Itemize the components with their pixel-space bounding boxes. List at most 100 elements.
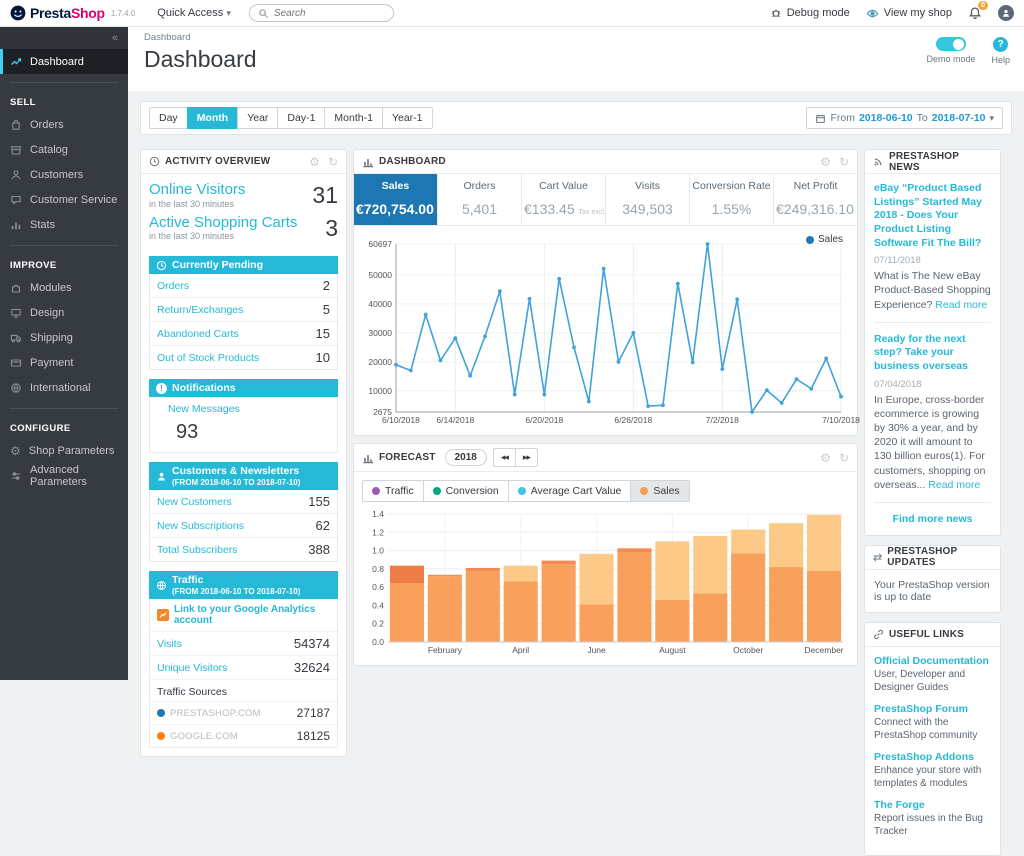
user-avatar[interactable] <box>998 5 1014 21</box>
total-subscribers-link[interactable]: Total Subscribers <box>157 544 238 556</box>
new-messages-link[interactable]: New Messages <box>168 403 330 415</box>
new-subscriptions-link[interactable]: New Subscriptions <box>157 520 244 532</box>
prestashop-logo-icon <box>10 5 26 21</box>
forecast-next-button[interactable]: ▸▸ <box>515 448 538 467</box>
debug-mode-button[interactable]: Debug mode <box>770 7 850 19</box>
sidebar-item-design[interactable]: Design <box>0 300 128 325</box>
demo-mode-toggle[interactable] <box>936 37 966 51</box>
sidebar-item-international[interactable]: International <box>0 375 128 400</box>
monitor-icon <box>10 307 22 319</box>
legend-conversion-button[interactable]: Conversion <box>423 480 509 502</box>
kpi-cart-value[interactable]: Cart Value €133.45 Tax excl. <box>522 174 606 225</box>
traffic-source-row: GOOGLE.COM 18125 <box>150 724 337 747</box>
sidebar-item-advanced-parameters[interactable]: Advanced Parameters <box>0 463 128 488</box>
trend-chart-icon <box>10 56 22 68</box>
gear-icon[interactable]: ⚙ <box>820 156 831 168</box>
gear-icon[interactable]: ⚙ <box>820 452 831 464</box>
prestashop-source-dot <box>157 709 165 717</box>
kpi-sales[interactable]: Sales €720,754.00 Tax excl. <box>354 174 438 225</box>
filter-year-1-button[interactable]: Year-1 <box>382 107 433 129</box>
search-box[interactable] <box>249 4 394 22</box>
visits-link[interactable]: Visits <box>157 638 182 650</box>
traffic-source-row: PRESTASHOP.COM 27187 <box>150 701 337 724</box>
pending-orders-link[interactable]: Orders <box>157 280 189 292</box>
globe-icon <box>10 382 22 394</box>
svg-text:30000: 30000 <box>368 328 392 338</box>
sidebar-item-modules[interactable]: Modules <box>0 275 128 300</box>
sidebar-item-label: Design <box>30 307 64 319</box>
repeat-icon: ⇄ <box>873 551 882 564</box>
active-carts-link[interactable]: Active Shopping Carts <box>149 215 297 232</box>
online-visitors-link[interactable]: Online Visitors <box>149 182 245 199</box>
date-range-picker[interactable]: From 2018-06-10 To 2018-07-10 ▾ <box>806 107 1003 129</box>
filter-day-button[interactable]: Day <box>149 107 188 129</box>
useful-link-title[interactable]: Official Documentation <box>874 655 991 667</box>
out-of-stock-link[interactable]: Out of Stock Products <box>157 352 259 364</box>
refresh-icon[interactable]: ↻ <box>839 452 849 464</box>
new-messages-cell: New Messages 93 <box>149 397 338 453</box>
refresh-icon[interactable]: ↻ <box>328 156 338 168</box>
filter-month-1-button[interactable]: Month-1 <box>324 107 383 129</box>
demo-mode-control[interactable]: Demo mode <box>926 37 975 65</box>
from-label: From <box>830 112 855 124</box>
brand-shop: Shop <box>71 5 105 21</box>
sidebar-item-customers[interactable]: Customers <box>0 162 128 187</box>
prestashop-logo[interactable]: PrestaShop 1.7.4.0 <box>10 5 135 21</box>
legend-traffic-button[interactable]: Traffic <box>362 480 424 502</box>
pending-row: Out of Stock Products10 <box>150 345 337 369</box>
news-article-excerpt: In Europe, cross-border ecommerce is gro… <box>874 394 985 491</box>
sidebar-item-shop-parameters[interactable]: ⚙ Shop Parameters <box>0 438 128 463</box>
sidebar-item-payment[interactable]: Payment <box>0 350 128 375</box>
traffic-row: Visits54374 <box>150 631 337 655</box>
svg-text:April: April <box>512 645 529 655</box>
sidebar-item-catalog[interactable]: Catalog <box>0 137 128 162</box>
unique-visitors-link[interactable]: Unique Visitors <box>157 662 227 674</box>
rss-icon <box>873 156 884 167</box>
google-source-dot <box>157 732 165 740</box>
search-input[interactable] <box>274 8 374 19</box>
refresh-icon[interactable]: ↻ <box>839 156 849 168</box>
sidebar-item-orders[interactable]: Orders <box>0 112 128 137</box>
find-more-news-link[interactable]: Find more news <box>874 513 991 525</box>
useful-link-title[interactable]: The Forge <box>874 799 991 811</box>
sidebar-item-customer-service[interactable]: Customer Service <box>0 187 128 212</box>
filter-year-button[interactable]: Year <box>237 107 278 129</box>
filter-month-button[interactable]: Month <box>187 107 239 129</box>
help-control[interactable]: ? Help <box>991 37 1010 65</box>
sidebar-collapse-button[interactable]: « <box>0 27 128 49</box>
legend-sales-button[interactable]: Sales <box>630 480 689 502</box>
kpi-net-profit[interactable]: Net Profit €249,316.10 Tax excl. <box>774 174 857 225</box>
sidebar-item-stats[interactable]: Stats <box>0 212 128 237</box>
read-more-link[interactable]: Read more <box>935 299 987 311</box>
svg-text:50000: 50000 <box>368 270 392 280</box>
returns-link[interactable]: Return/Exchanges <box>157 304 243 316</box>
sidebar-item-dashboard[interactable]: Dashboard <box>0 49 128 74</box>
traffic-subtitle: (FROM 2018-06-10 TO 2018-07-10) <box>172 587 300 596</box>
useful-link-title[interactable]: PrestaShop Addons <box>874 751 991 763</box>
kpi-conversion-rate[interactable]: Conversion Rate 1.55% <box>690 174 774 225</box>
collapse-icon: « <box>112 32 118 44</box>
kpi-visits[interactable]: Visits 349,503 <box>606 174 690 225</box>
useful-link-title[interactable]: PrestaShop Forum <box>874 703 991 715</box>
google-analytics-link[interactable]: Link to your Google Analytics account <box>174 604 330 626</box>
breadcrumb: Dashboard <box>144 32 1008 43</box>
gear-icon[interactable]: ⚙ <box>309 156 320 168</box>
forecast-prev-button[interactable]: ◂◂ <box>493 448 516 467</box>
sidebar-item-label: Stats <box>30 219 55 231</box>
view-my-shop-button[interactable]: View my shop <box>866 7 952 20</box>
traffic-legend-dot <box>372 487 380 495</box>
filter-day-1-button[interactable]: Day-1 <box>277 107 325 129</box>
read-more-link[interactable]: Read more <box>928 479 980 491</box>
from-date: 2018-06-10 <box>859 112 913 124</box>
new-customers-link[interactable]: New Customers <box>157 496 232 508</box>
news-article-title[interactable]: eBay “Product Based Listings” Started Ma… <box>874 182 991 250</box>
topbar: PrestaShop 1.7.4.0 Quick Access ▾ Debug … <box>0 0 1024 27</box>
legend-avg-cart-button[interactable]: Average Cart Value <box>508 480 632 502</box>
sidebar-item-shipping[interactable]: Shipping <box>0 325 128 350</box>
news-article-title[interactable]: Ready for the next step? Take your busin… <box>874 333 991 374</box>
kpi-orders[interactable]: Orders 5,401 <box>438 174 522 225</box>
sales-legend[interactable]: Sales <box>806 234 843 245</box>
quick-access-menu[interactable]: Quick Access ▾ <box>157 7 231 19</box>
abandoned-carts-link[interactable]: Abandoned Carts <box>157 328 239 340</box>
notifications-button[interactable]: 0 <box>968 6 982 20</box>
